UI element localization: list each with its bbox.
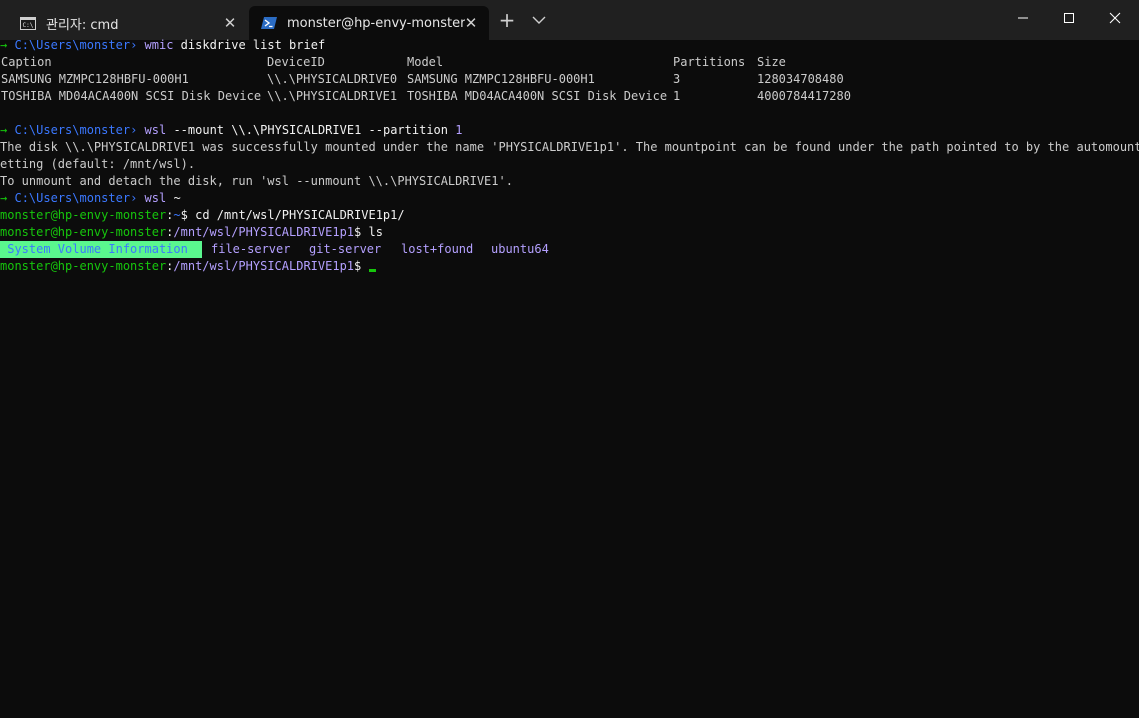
ls-entry-highlighted: System Volume Information [0, 241, 203, 258]
maximize-button[interactable] [1046, 0, 1092, 36]
ls-entry: ubuntu64 [491, 242, 549, 256]
text-cursor [369, 269, 377, 272]
prompt-arrow: → [0, 123, 8, 137]
bash-prompt-line: monster@hp-envy-monster:/mnt/wsl/PHYSICA… [0, 225, 383, 239]
table-cell: \\.\PHYSICALDRIVE0 [267, 72, 398, 86]
table-row: TOSHIBA MD04ACA400N SCSI Disk Device \\.\… [0, 88, 1139, 105]
close-icon[interactable]: ✕ [463, 15, 479, 31]
bash-user-host: monster@hp-envy-monster [0, 259, 167, 273]
powershell-icon [261, 16, 277, 30]
table-cell: 128034708480 [757, 72, 844, 86]
prompt-path: C:\Users\monster [14, 38, 131, 52]
table-header: Caption DeviceID Model Partitions Size [0, 54, 1139, 71]
table-cell: TOSHIBA MD04ACA400N SCSI Disk Device [1, 89, 262, 103]
bash-command: ls [368, 225, 383, 239]
close-icon[interactable]: ✕ [222, 15, 238, 31]
tab-wsl-label: monster@hp-envy-monster: /n [287, 15, 465, 31]
prompt-separator: › [130, 38, 138, 52]
bash-path: /mnt/wsl/PHYSICALDRIVE1p1 [173, 259, 355, 273]
command-args: diskdrive list brief [180, 38, 326, 52]
bash-prompt-line[interactable]: monster@hp-envy-monster:/mnt/wsl/PHYSICA… [0, 258, 1139, 275]
column-header: Caption [1, 55, 52, 69]
table-row: SAMSUNG MZMPC128HBFU-000H1 \\.\PHYSICALDR… [0, 71, 1139, 88]
output-line: The disk \\.\PHYSICALDRIVE1 was successf… [0, 140, 1139, 154]
minimize-button[interactable] [1000, 0, 1046, 36]
output-line: etting (default: /mnt/wsl). [0, 157, 196, 171]
svg-text:C:\: C:\ [23, 22, 34, 29]
output-line: To unmount and detach the disk, run 'wsl… [0, 174, 513, 188]
command-args: --mount \\.\PHYSICALDRIVE1 --partition [173, 123, 448, 137]
tab-cmd[interactable]: C:\ 관리자: cmd ✕ [8, 6, 248, 40]
command-name: wsl [144, 123, 167, 137]
table-cell: TOSHIBA MD04ACA400N SCSI Disk Device [407, 89, 668, 103]
prompt-arrow: → [0, 38, 8, 52]
table-cell: 4000784417280 [757, 89, 851, 103]
prompt-line: → C:\Users\monster› wsl ~ [0, 190, 1139, 207]
command-name: wsl [144, 191, 167, 205]
command-name: wmic [144, 38, 174, 52]
cmd-icon: C:\ [20, 16, 36, 30]
table-cell: 1 [673, 89, 681, 103]
ls-entry: file-server [211, 242, 291, 256]
bash-path: ~ [173, 208, 181, 222]
table-cell: SAMSUNG MZMPC128HBFU-000H1 [407, 72, 595, 86]
close-window-button[interactable] [1092, 0, 1138, 36]
tab-wsl[interactable]: monster@hp-envy-monster: /n ✕ [249, 6, 489, 40]
ls-entry: git-server [309, 242, 382, 256]
terminal-output[interactable]: → C:\Users\monster› wmic diskdrive list … [0, 37, 1139, 718]
table-cell: SAMSUNG MZMPC128HBFU-000H1 [1, 72, 189, 86]
bash-prompt-line: monster@hp-envy-monster:~$ cd /mnt/wsl/P… [0, 208, 405, 222]
prompt-separator: › [130, 191, 138, 205]
column-header: Partitions [673, 55, 746, 69]
chevron-down-icon[interactable] [530, 10, 548, 30]
prompt-line: → C:\Users\monster› wsl --mount \\.\PHYS… [0, 122, 1139, 139]
ls-output: System Volume Information file-server git… [0, 241, 1139, 258]
table-cell: \\.\PHYSICALDRIVE1 [267, 89, 398, 103]
bash-user-host: monster@hp-envy-monster [0, 208, 167, 222]
new-tab-button[interactable]: + [496, 8, 518, 32]
prompt-path: C:\Users\monster [14, 191, 131, 205]
column-header: Model [407, 55, 444, 69]
table-cell: 3 [673, 72, 681, 86]
column-header: Size [757, 55, 786, 69]
ls-entry: lost+found [401, 242, 474, 256]
bash-path: /mnt/wsl/PHYSICALDRIVE1p1 [173, 225, 355, 239]
column-header: DeviceID [267, 55, 325, 69]
tab-cmd-label: 관리자: cmd [46, 17, 119, 33]
bash-command: cd /mnt/wsl/PHYSICALDRIVE1p1/ [195, 208, 405, 222]
command-number: 1 [455, 123, 463, 137]
prompt-separator: › [130, 123, 138, 137]
prompt-line: → C:\Users\monster› wmic diskdrive list … [0, 37, 1139, 54]
bash-user-host: monster@hp-envy-monster [0, 225, 167, 239]
title-bar: C:\ 관리자: cmd ✕ monster@hp-envy-monster: … [0, 0, 1139, 40]
prompt-path: C:\Users\monster [14, 123, 131, 137]
command-args: ~ [173, 191, 181, 205]
prompt-arrow: → [0, 191, 8, 205]
